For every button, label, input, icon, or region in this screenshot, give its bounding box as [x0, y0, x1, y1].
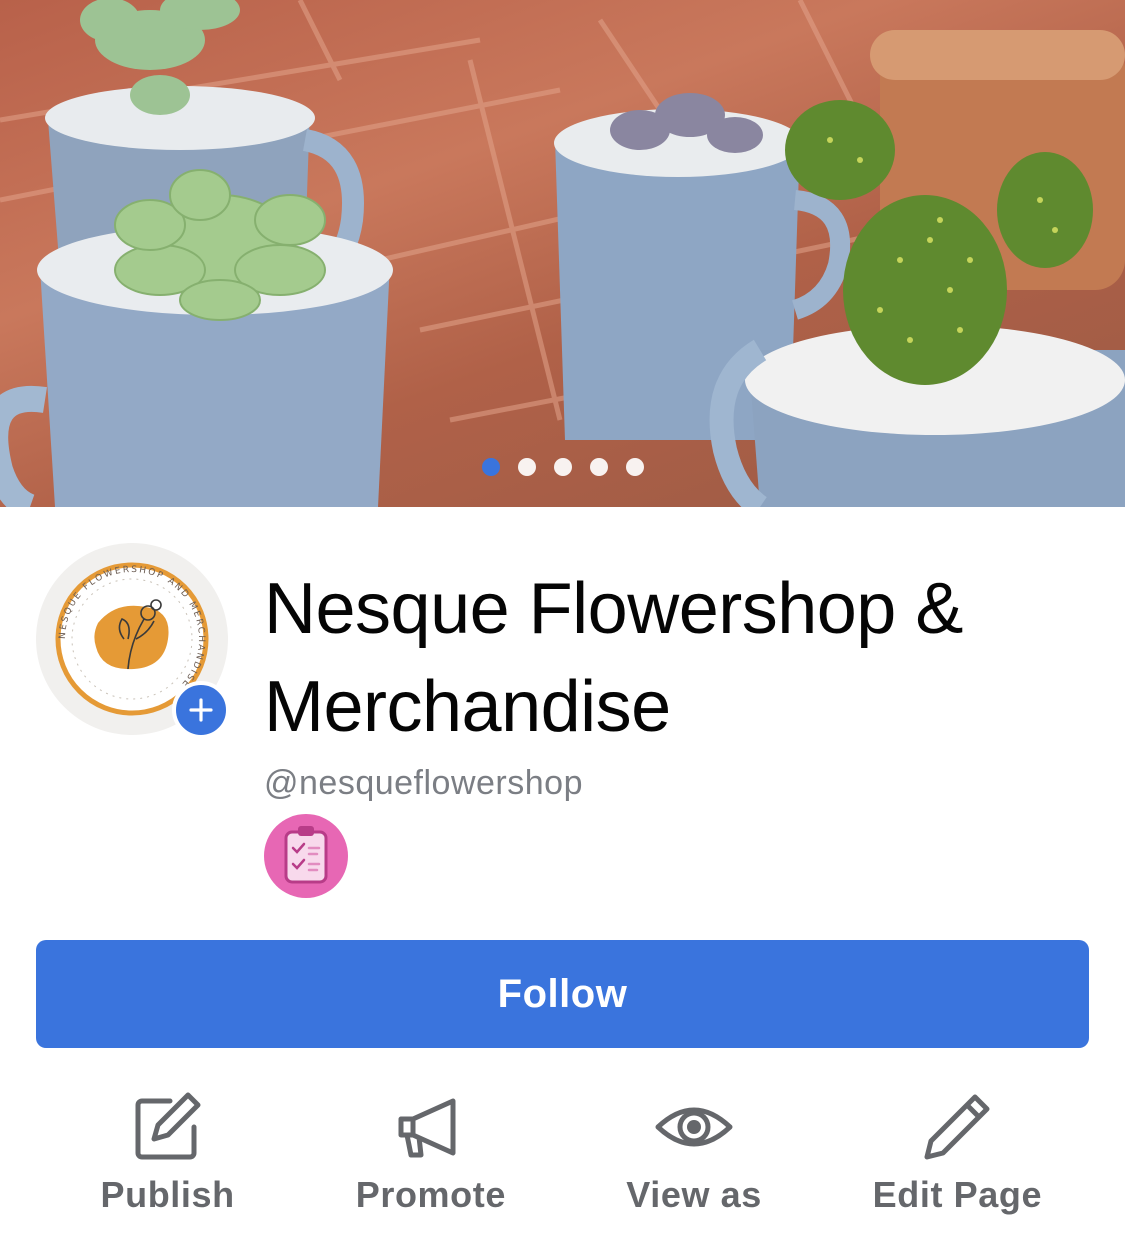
- page-category-badge[interactable]: [264, 814, 348, 898]
- publish-label: Publish: [100, 1174, 235, 1215]
- carousel-dot[interactable]: [590, 458, 608, 476]
- view-as-button[interactable]: View as: [563, 1082, 826, 1222]
- carousel-dot[interactable]: [518, 458, 536, 476]
- plus-icon: [189, 698, 213, 722]
- carousel-indicator: [482, 458, 644, 478]
- compose-icon: [135, 1092, 201, 1160]
- cover-photo[interactable]: [0, 0, 1125, 507]
- add-photo-button[interactable]: [172, 681, 230, 739]
- page-title: Nesque Flowershop & Merchandise: [264, 569, 963, 747]
- carousel-dot[interactable]: [482, 458, 500, 476]
- carousel-dot[interactable]: [626, 458, 644, 476]
- promote-button[interactable]: Promote: [299, 1082, 562, 1222]
- follow-button[interactable]: Follow: [36, 940, 1089, 1048]
- page-username: @nesqueflowershop: [264, 764, 583, 802]
- megaphone-icon: [398, 1098, 456, 1158]
- cover-photo-image: [0, 0, 1125, 507]
- publish-button[interactable]: Publish: [36, 1082, 299, 1222]
- carousel-dot[interactable]: [554, 458, 572, 476]
- edit-page-label: Edit Page: [872, 1174, 1043, 1215]
- promote-label: Promote: [355, 1174, 506, 1215]
- pencil-icon: [924, 1094, 990, 1160]
- clipboard-icon: [284, 826, 328, 884]
- view-as-label: View as: [626, 1174, 762, 1215]
- edit-page-button[interactable]: Edit Page: [826, 1082, 1089, 1222]
- eye-icon: [655, 1107, 733, 1147]
- page-actions-bar: Publish Promote View as Edit Page: [36, 1082, 1089, 1222]
